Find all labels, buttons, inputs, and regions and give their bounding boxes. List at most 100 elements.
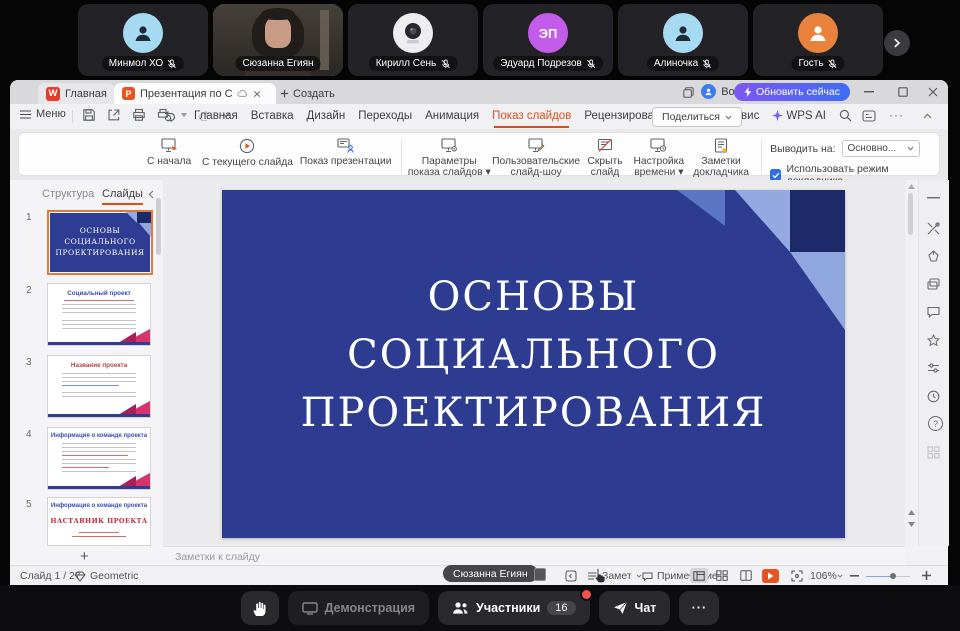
zoom-slider-handle[interactable] [890, 573, 896, 579]
close-window-icon[interactable] [928, 87, 938, 97]
ribbon-from-current[interactable]: С текущего слайда [198, 138, 296, 168]
theme-icon[interactable] [74, 571, 86, 582]
collapse-panel-icon[interactable] [148, 190, 154, 199]
settings-sliders-icon[interactable] [927, 362, 940, 374]
scroll-up-icon[interactable] [908, 184, 915, 189]
menu-slideshow-active[interactable]: Показ слайдов [492, 110, 571, 122]
help-icon[interactable]: ? [928, 416, 943, 431]
slide-sorter-view-icon[interactable] [716, 570, 728, 581]
participants-button[interactable]: Участники 16 [438, 591, 589, 625]
animation-pane-icon[interactable] [927, 222, 940, 235]
window-switch-icon[interactable] [683, 87, 694, 98]
new-tab-button[interactable]: Создать [272, 83, 343, 104]
share-button[interactable]: Поделиться [652, 107, 742, 127]
more-options-button[interactable]: ··· [679, 591, 719, 625]
chat-button[interactable]: Чат [599, 591, 671, 625]
ribbon-slideshow-options[interactable]: Параметрыпоказа слайдов ▾ [408, 138, 491, 178]
participant-tile[interactable]: Минмол ХО [78, 4, 208, 76]
dots-icon: ··· [692, 601, 708, 615]
slide-thumbnail-3[interactable]: Название проекта [47, 355, 151, 418]
fit-window-icon[interactable] [791, 570, 803, 582]
view-normal-button[interactable] [690, 568, 708, 583]
participant-tile[interactable]: Алиночка [618, 4, 748, 76]
slide-thumbnail-1-selected[interactable]: ОСНОВЫСОЦИАЛЬНОГОПРОЕКТИРОВАНИЯ [47, 210, 153, 275]
layers-icon[interactable] [927, 278, 940, 291]
slide-thumbnail-2[interactable]: Социальный проект [47, 283, 151, 346]
raise-hand-button[interactable] [241, 591, 279, 625]
collapse-rail-icon[interactable] [927, 196, 940, 199]
undo-icon[interactable] [162, 108, 177, 122]
zoom-in-icon[interactable] [922, 571, 931, 580]
next-participants-button[interactable] [884, 30, 910, 56]
menu-insert[interactable]: Вставка [251, 110, 294, 122]
presentation-icon [337, 138, 354, 153]
hide-slide-icon [597, 138, 613, 153]
tab-wps-home[interactable]: W Главная [38, 83, 115, 104]
ribbon-hide-slide[interactable]: Скрытьслайд [581, 138, 628, 178]
menu-wps-ai[interactable]: WPS AI [772, 110, 826, 122]
ribbon-show-presentation[interactable]: Показ презентации [297, 138, 395, 167]
minimize-icon[interactable] [864, 91, 874, 93]
add-slide-button[interactable]: + [80, 548, 89, 565]
slide-number: 5 [26, 499, 32, 510]
people-icon [452, 601, 469, 615]
menu-home[interactable]: Главная [194, 110, 238, 122]
participant-tile[interactable]: ЭП Эдуард Подрезов [483, 4, 613, 76]
save-icon[interactable] [82, 108, 96, 122]
slide-thumbnail-4[interactable]: Информация о команде проекта [47, 427, 151, 490]
tab-document[interactable]: P Презентация по Социальн [114, 83, 276, 104]
main-menu-button[interactable]: Меню [20, 108, 66, 120]
menu-transitions[interactable]: Переходы [358, 110, 412, 122]
apps-grid-icon[interactable] [927, 446, 940, 459]
slide-thumbnail-5[interactable]: Информация о команде проекта НАСТАВНИК П… [47, 497, 151, 546]
history-clock-icon[interactable] [927, 390, 940, 403]
chevron-down-icon [636, 574, 642, 578]
upgrade-button[interactable]: Обновить сейчас [734, 83, 850, 101]
restore-icon[interactable] [898, 87, 908, 97]
theme-name[interactable]: Geometric [90, 570, 138, 582]
tab-outline[interactable]: Структура [42, 188, 94, 200]
zoom-dropdown-icon[interactable] [837, 574, 843, 578]
sidebar-toggle-icon[interactable] [565, 570, 577, 582]
search-icon[interactable] [839, 109, 852, 122]
participant-tile-active-speaker[interactable]: Сюзанна Егиян [213, 4, 343, 76]
more-tools-button[interactable]: ··· [889, 108, 904, 122]
scrollbar-thumb[interactable] [908, 193, 913, 235]
ribbon-custom-slideshow[interactable]: Пользовательскиеслайд-шоу [491, 138, 582, 178]
export-icon[interactable] [107, 108, 121, 122]
wps-office-window: W Главная P Презентация по Социальн Созд… [10, 80, 948, 585]
comments-icon[interactable] [927, 306, 940, 318]
slideshow-play-button[interactable] [762, 569, 779, 583]
avatar [798, 13, 838, 53]
screen-share-button[interactable]: Демонстрация [288, 591, 429, 625]
next-slide-icon[interactable] [908, 522, 915, 527]
output-monitor-select[interactable]: Основно... [842, 140, 920, 157]
ribbon-from-beginning[interactable]: С начала [140, 138, 199, 167]
ribbon-rehearse-timings[interactable]: Настройкавремени ▾ [629, 138, 689, 178]
menu-design[interactable]: Дизайн [307, 110, 346, 122]
screen-record-icon[interactable] [862, 110, 876, 122]
panel-scrollbar[interactable] [156, 198, 161, 255]
upgrade-label: Обновить сейчас [756, 86, 840, 98]
zoom-slider[interactable] [866, 576, 910, 578]
participant-tile[interactable]: Гость [753, 4, 883, 76]
ribbon-speaker-notes[interactable]: Заметкидокладчика [689, 138, 753, 178]
call-control-bar: Демонстрация Участники 16 Чат ··· [0, 585, 960, 631]
close-tab-icon[interactable] [253, 90, 261, 98]
participant-tile[interactable]: Кирилл Сень [348, 4, 478, 76]
collapse-ribbon-icon[interactable] [923, 113, 932, 119]
prev-slide-icon[interactable] [908, 510, 915, 515]
favorites-icon[interactable] [927, 334, 940, 347]
menu-animation[interactable]: Анимация [425, 110, 479, 122]
print-icon[interactable] [132, 108, 146, 122]
editor-scrollbar[interactable] [907, 180, 915, 546]
zoom-out-icon[interactable] [850, 575, 859, 577]
reading-view-icon[interactable] [740, 570, 752, 581]
slide-title: ОСНОВЫ СОЦИАЛЬНОГО ПРОЕКТИРОВАНИЯ [222, 268, 845, 442]
undo-dropdown-icon[interactable] [181, 113, 187, 118]
design-tools-icon[interactable] [927, 250, 940, 263]
slide-canvas[interactable]: ОСНОВЫ СОЦИАЛЬНОГО ПРОЕКТИРОВАНИЯ [222, 190, 845, 538]
notes-bar[interactable]: Заметки к слайду [163, 546, 905, 566]
zoom-level[interactable]: 106% [810, 570, 837, 582]
tab-slides[interactable]: Слайды [102, 188, 143, 205]
